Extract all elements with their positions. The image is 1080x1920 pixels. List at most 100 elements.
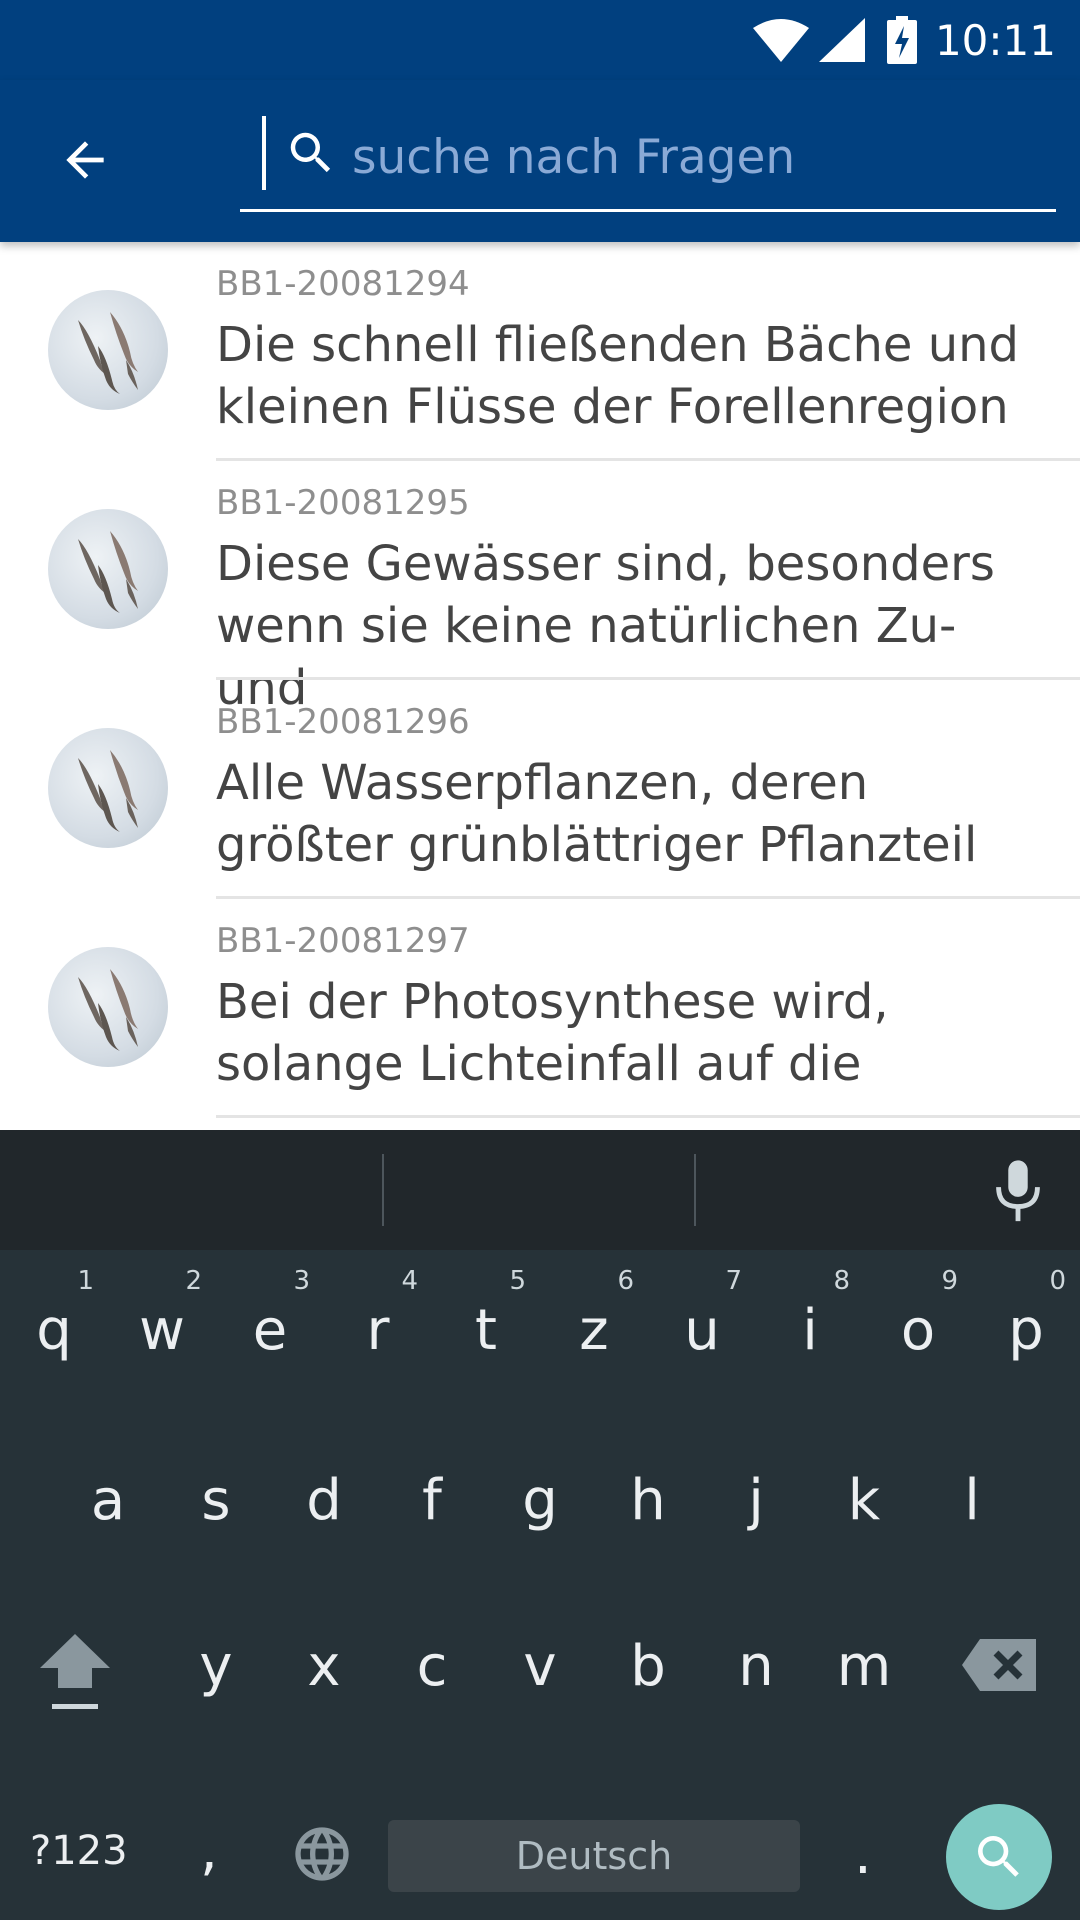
backspace-icon[interactable] xyxy=(960,1630,1040,1700)
key-label: d xyxy=(306,1468,342,1533)
key-c[interactable]: c xyxy=(378,1610,486,1720)
status-bar: 10:11 xyxy=(0,0,1080,80)
question-text-line: Bei der Photosynthese wird, xyxy=(216,974,889,1030)
divider xyxy=(216,1115,1080,1118)
question-text-line: Alle Wasserpflanzen, deren xyxy=(216,755,869,811)
key-g[interactable]: g xyxy=(486,1450,594,1550)
fish-avatar xyxy=(48,947,168,1067)
key-hint: 2 xyxy=(185,1266,202,1296)
key-label: n xyxy=(738,1634,774,1699)
key-z[interactable]: 6z xyxy=(540,1266,648,1380)
suggestion-divider xyxy=(382,1154,384,1226)
list-item[interactable]: BB1-20081295 Diese Gewässer sind, besond… xyxy=(0,461,1080,716)
key-d[interactable]: d xyxy=(270,1450,378,1550)
mic-icon[interactable] xyxy=(988,1158,1048,1226)
question-id: BB1-20081297 xyxy=(216,921,470,961)
key-label: b xyxy=(630,1634,666,1699)
key-b[interactable]: b xyxy=(594,1610,702,1720)
key-a[interactable]: a xyxy=(54,1450,162,1550)
key-label: c xyxy=(416,1634,448,1699)
space-key[interactable]: Deutsch xyxy=(388,1820,800,1892)
key-label: u xyxy=(684,1298,720,1363)
key-w[interactable]: 2w xyxy=(108,1266,216,1380)
question-text: Die schnell fließenden Bäche und kleinen… xyxy=(216,314,1056,438)
question-text-line: solange Lichteinfall auf die xyxy=(216,1036,862,1092)
key-hint: 6 xyxy=(617,1266,634,1296)
key-label: m xyxy=(836,1634,892,1699)
search-icon xyxy=(978,1836,1019,1877)
key-e[interactable]: 3e xyxy=(216,1266,324,1380)
fish-avatar xyxy=(48,509,168,629)
key-y[interactable]: y xyxy=(162,1610,270,1720)
symbols-key[interactable]: ?123 xyxy=(30,1828,128,1874)
period-key[interactable]: . xyxy=(854,1822,872,1887)
key-i[interactable]: 8i xyxy=(756,1266,864,1380)
key-label: g xyxy=(522,1468,558,1533)
question-text-line: Die schnell fließenden Bäche und xyxy=(216,317,1020,373)
search-field[interactable] xyxy=(240,116,1056,212)
key-label: p xyxy=(1008,1298,1044,1363)
key-t[interactable]: 5t xyxy=(432,1266,540,1380)
cell-signal-icon xyxy=(818,18,865,62)
status-clock: 10:11 xyxy=(934,15,1056,65)
key-label: w xyxy=(139,1298,185,1363)
question-list: BB1-20081294 Die schnell fließenden Bäch… xyxy=(0,242,1080,1130)
key-hint: 8 xyxy=(833,1266,850,1296)
key-label: o xyxy=(900,1298,936,1363)
key-label: r xyxy=(366,1298,390,1363)
fish-avatar xyxy=(48,728,168,848)
status-icons: 10:11 xyxy=(752,12,1056,68)
key-f[interactable]: f xyxy=(378,1450,486,1550)
key-h[interactable]: h xyxy=(594,1450,702,1550)
key-label: a xyxy=(90,1468,126,1533)
fish-icon xyxy=(78,312,138,394)
key-u[interactable]: 7u xyxy=(648,1266,756,1380)
list-item[interactable]: BB1-20081294 Die schnell fließenden Bäch… xyxy=(0,242,1080,461)
question-id: BB1-20081295 xyxy=(216,483,470,523)
shift-icon[interactable] xyxy=(30,1620,120,1720)
fish-icon xyxy=(78,531,138,613)
keyboard-bottom-row: ?123 , Deutsch . xyxy=(0,1770,1080,1920)
key-v[interactable]: v xyxy=(486,1610,594,1720)
key-hint: 7 xyxy=(725,1266,742,1296)
key-j[interactable]: j xyxy=(702,1450,810,1550)
key-r[interactable]: 4r xyxy=(324,1266,432,1380)
battery-charging-icon xyxy=(886,16,917,64)
key-label: j xyxy=(748,1468,764,1533)
key-n[interactable]: n xyxy=(702,1610,810,1720)
search-toolbar xyxy=(0,80,1080,242)
fish-icon xyxy=(78,750,138,832)
key-m[interactable]: m xyxy=(810,1610,918,1720)
suggestion-divider xyxy=(694,1154,696,1226)
back-button[interactable] xyxy=(40,120,130,200)
key-hint: 0 xyxy=(1049,1266,1066,1296)
key-o[interactable]: 9o xyxy=(864,1266,972,1380)
key-l[interactable]: l xyxy=(918,1450,1026,1550)
key-s[interactable]: s xyxy=(162,1450,270,1550)
search-action-button[interactable] xyxy=(946,1804,1052,1910)
list-item[interactable]: BB1-20081296 Alle Wasserpflanzen, deren … xyxy=(0,680,1080,899)
globe-icon[interactable] xyxy=(290,1822,354,1886)
text-cursor xyxy=(262,116,266,190)
key-label: f xyxy=(422,1468,442,1533)
key-label: e xyxy=(252,1298,288,1363)
list-item[interactable]: BB1-20081297 Bei der Photosynthese wird,… xyxy=(0,899,1080,1118)
search-input[interactable] xyxy=(352,122,1032,192)
key-hint: 4 xyxy=(401,1266,418,1296)
key-hint: 9 xyxy=(941,1266,958,1296)
key-label: h xyxy=(630,1468,666,1533)
key-label: t xyxy=(475,1298,497,1363)
key-q[interactable]: 1q xyxy=(0,1266,108,1380)
search-icon xyxy=(290,132,331,173)
key-p[interactable]: 0p xyxy=(972,1266,1080,1380)
key-hint: 1 xyxy=(77,1266,94,1296)
key-k[interactable]: k xyxy=(810,1450,918,1550)
comma-key[interactable]: , xyxy=(200,1818,218,1883)
key-label: v xyxy=(523,1634,557,1699)
key-x[interactable]: x xyxy=(270,1610,378,1720)
question-text: Bei der Photosynthese wird, solange Lich… xyxy=(216,971,1056,1095)
key-hint: 5 xyxy=(509,1266,526,1296)
wifi-icon xyxy=(752,19,809,62)
key-label: z xyxy=(579,1298,609,1363)
question-text-line: größter grünblättriger Pflanzteil xyxy=(216,817,978,873)
